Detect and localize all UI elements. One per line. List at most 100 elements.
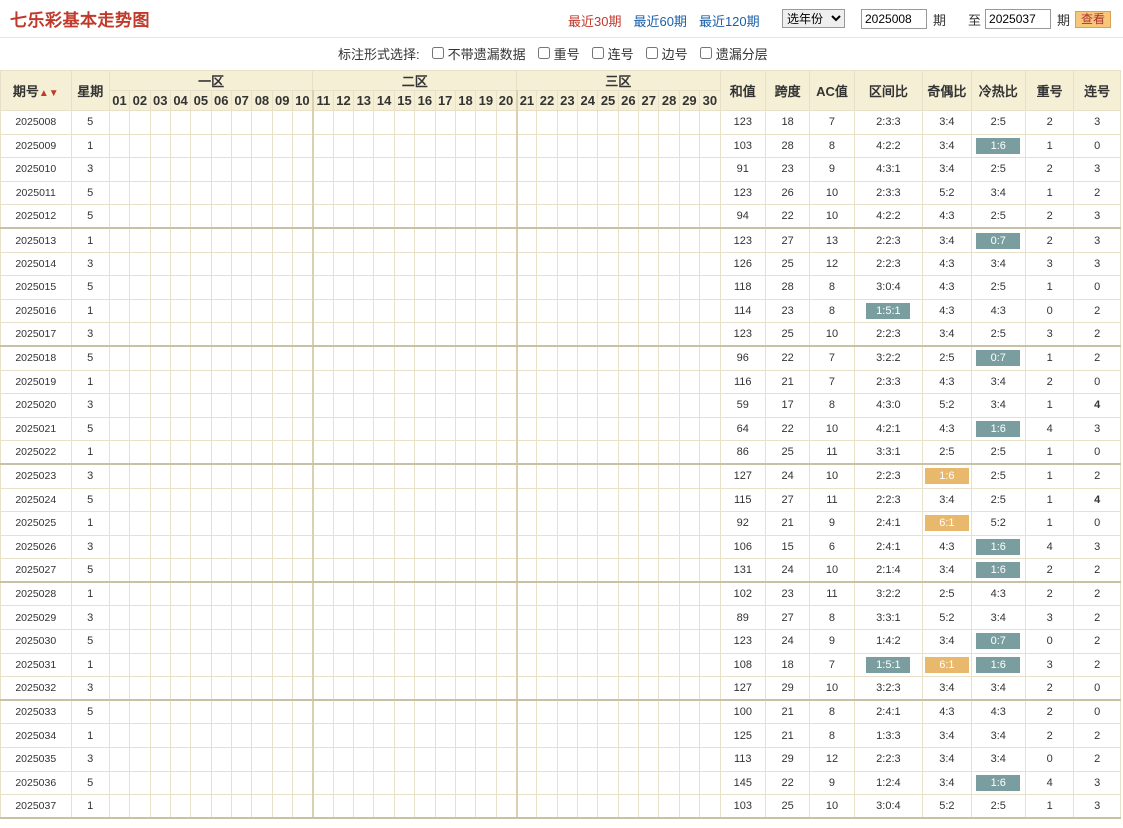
option-consecutive-checkbox[interactable] [591, 47, 604, 59]
cold-hot-cell: 2:5 [970, 110, 1026, 135]
week-cell: 3 [70, 747, 110, 772]
option-edge-checkbox[interactable] [645, 47, 658, 59]
number-cell [516, 463, 538, 489]
number-cell [577, 794, 599, 820]
number-header: 27 [638, 90, 660, 111]
number-cell [251, 416, 273, 442]
week-cell: 5 [70, 345, 110, 371]
number-cell [291, 369, 314, 395]
number-cell [169, 298, 192, 324]
week-cell: 5 [70, 204, 110, 230]
number-cell [271, 227, 293, 253]
period-link-120[interactable]: 最近120期 [699, 11, 760, 30]
number-cell [536, 747, 558, 772]
number-cell [373, 251, 395, 277]
number-cell [353, 110, 375, 135]
span-cell: 22 [764, 345, 811, 371]
number-cell [393, 511, 416, 536]
number-cell [597, 251, 619, 277]
number-cell [597, 227, 619, 253]
number-cell [454, 652, 477, 678]
option-repeat-checkbox[interactable] [537, 47, 550, 59]
option-no-miss-checkbox[interactable] [431, 47, 444, 59]
odd-even-value: 2:5 [939, 352, 955, 365]
option-miss-layer-checkbox[interactable] [699, 47, 712, 59]
sort-icon[interactable]: ▲▼ [39, 88, 59, 99]
number-cell [556, 605, 579, 631]
zone-ratio-cell: 2:4:1 [853, 511, 924, 536]
number-cell [230, 558, 253, 584]
to-issue-input[interactable] [985, 9, 1052, 29]
number-cell [312, 723, 334, 749]
repeat-cell: 4 [1024, 416, 1075, 442]
odd-even-value: 3:4 [939, 682, 955, 695]
number-cell [332, 629, 355, 654]
cold-hot-cell: 1:6 [970, 652, 1026, 678]
week-cell: 1 [70, 794, 110, 820]
number-cell [230, 534, 253, 560]
number-cell [495, 699, 518, 725]
number-cell [536, 794, 558, 820]
option-edge[interactable]: 边号 [645, 44, 688, 63]
number-cell [617, 558, 640, 584]
col-ac: AC值 [809, 70, 855, 111]
number-cell [638, 534, 660, 560]
period-link-30[interactable]: 最近30期 [568, 11, 621, 30]
issue-cell: 2025033 [0, 699, 72, 725]
number-cell [373, 227, 395, 253]
number-cell [251, 770, 273, 796]
sum-cell: 125 [719, 723, 766, 749]
number-cell [516, 393, 538, 418]
option-miss-layer[interactable]: 遗漏分层 [699, 44, 768, 63]
number-cell [699, 558, 721, 584]
number-cell [638, 416, 660, 442]
zone-ratio-value: 2:4:1 [876, 517, 901, 530]
col-issue[interactable]: 期号▲▼ [0, 70, 72, 111]
number-cell [556, 699, 579, 725]
table-row: 2025019 1 116 21 7 2:3:3 4:3 3:4 2 0 [0, 369, 1121, 395]
number-cell [638, 227, 660, 253]
option-consecutive[interactable]: 连号 [591, 44, 634, 63]
number-cell [353, 629, 375, 654]
zone-ratio-value: 4:3:0 [876, 399, 901, 412]
zone-ratio-cell: 3:2:2 [853, 581, 924, 607]
number-cell [169, 747, 192, 772]
number-cell [414, 676, 436, 702]
number-cell [251, 322, 273, 348]
year-select[interactable]: 选年份 [782, 9, 845, 28]
zone-ratio-cell: 2:1:4 [853, 558, 924, 584]
sum-cell: 96 [719, 345, 766, 371]
odd-even-value: 4:3 [939, 540, 955, 553]
number-cell [373, 157, 395, 182]
number-cell [536, 393, 558, 418]
cold-hot-value: 4:3 [990, 305, 1006, 318]
consecutive-cell: 2 [1073, 180, 1121, 206]
number-cell [169, 699, 192, 725]
option-repeat[interactable]: 重号 [537, 44, 580, 63]
repeat-cell: 1 [1024, 393, 1075, 418]
number-cell [475, 511, 497, 536]
odd-even-cell: 6:1 [922, 652, 972, 678]
number-cell [108, 416, 131, 442]
number-cell [129, 393, 151, 418]
number-cell [149, 605, 171, 631]
ac-cell: 7 [809, 652, 855, 678]
number-cell [353, 369, 375, 395]
option-no-miss[interactable]: 不带遗漏数据 [431, 44, 526, 63]
number-header: 25 [597, 90, 619, 111]
span-cell: 28 [764, 133, 811, 159]
number-cell [577, 345, 599, 371]
number-cell [190, 133, 212, 159]
view-button[interactable]: 查看 [1075, 11, 1111, 28]
ac-cell: 12 [809, 251, 855, 277]
period-link-60[interactable]: 最近60期 [633, 11, 686, 30]
number-cell [638, 676, 660, 702]
number-cell [373, 534, 395, 560]
issue-cell: 2025034 [0, 723, 72, 749]
number-cell [699, 747, 721, 772]
odd-even-value: 4:3 [939, 281, 955, 294]
number-cell [251, 180, 273, 206]
number-cell [169, 322, 192, 348]
number-cell [454, 227, 477, 253]
from-issue-input[interactable] [861, 9, 927, 29]
